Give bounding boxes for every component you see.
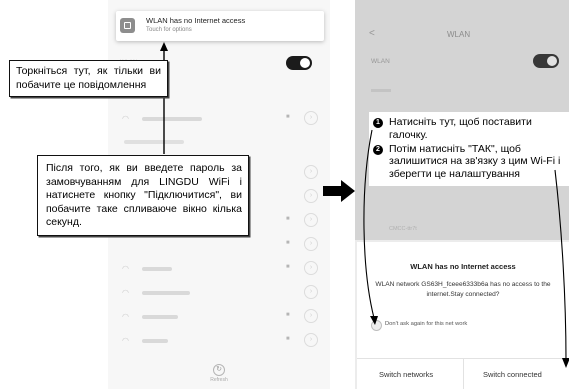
arrow-to-checkbox <box>363 129 375 319</box>
arrowhead-confirm <box>562 358 569 368</box>
right-pointer-arrows <box>363 129 569 368</box>
arrowhead-checkbox <box>370 316 378 325</box>
arrow-to-confirm <box>554 169 567 361</box>
